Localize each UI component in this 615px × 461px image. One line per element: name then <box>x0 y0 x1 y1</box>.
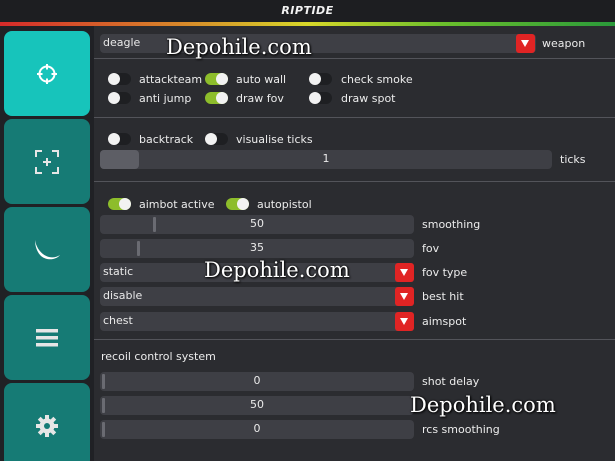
smoothing-value: 50 <box>250 217 264 230</box>
toggle-aimbot-active[interactable] <box>108 198 131 210</box>
draw-spot-label: draw spot <box>341 92 396 105</box>
chevron-down-icon[interactable] <box>395 312 414 331</box>
rcs-slider[interactable]: 50 <box>100 396 414 415</box>
chevron-down-icon[interactable] <box>516 34 535 53</box>
chevron-down-icon[interactable] <box>395 263 414 282</box>
divider <box>94 117 615 118</box>
toggle-attackteam[interactable] <box>108 73 131 85</box>
shot-delay-label: shot delay <box>422 375 480 388</box>
rcs-smoothing-label: rcs smoothing <box>422 423 500 436</box>
ticks-label: ticks <box>560 153 586 166</box>
rcs-smoothing-value: 0 <box>253 422 261 435</box>
toggle-anti-jump[interactable] <box>108 92 131 104</box>
nav-knife[interactable] <box>4 207 90 292</box>
nav-misc[interactable] <box>4 295 90 380</box>
attackteam-label: attackteam <box>139 73 203 86</box>
crosshair-icon <box>37 63 57 84</box>
divider <box>94 339 615 340</box>
draw-fov-label: draw fov <box>236 92 284 105</box>
toggle-draw-fov[interactable] <box>205 92 228 104</box>
chevron-down-icon[interactable] <box>395 287 414 306</box>
fov-type-label: fov type <box>422 266 468 279</box>
best-hit-label: best hit <box>422 290 464 303</box>
target-bracket-icon <box>35 149 59 174</box>
toggle-check-smoke[interactable] <box>309 73 332 85</box>
app-title: RIPTIDE <box>281 4 334 17</box>
ticks-slider[interactable]: 1 <box>100 150 552 169</box>
sidebar <box>0 26 94 461</box>
nav-aimbot[interactable] <box>4 31 90 116</box>
menu-lines-icon <box>36 328 58 346</box>
smoothing-slider[interactable]: 50 <box>100 215 414 234</box>
fov-slider[interactable]: 35 <box>100 239 414 258</box>
aimspot-dropdown[interactable]: chest <box>100 312 414 331</box>
fov-label: fov <box>422 242 440 255</box>
aimbot-active-label: aimbot active <box>139 198 215 211</box>
weapon-label: weapon <box>542 37 586 50</box>
title-bar: RIPTIDE <box>0 0 615 22</box>
toggle-auto-wall[interactable] <box>205 73 228 85</box>
divider <box>94 181 615 182</box>
aimspot-value: chest <box>103 314 133 327</box>
fov-value: 35 <box>250 241 264 254</box>
toggle-autopistol[interactable] <box>226 198 249 210</box>
check-smoke-label: check smoke <box>341 73 413 86</box>
weapon-value: deagle <box>103 36 141 49</box>
visualise-ticks-label: visualise ticks <box>236 133 313 146</box>
backtrack-label: backtrack <box>139 133 194 146</box>
recoil-heading: recoil control system <box>101 350 216 363</box>
autopistol-label: autopistol <box>257 198 312 211</box>
fov-type-value: static <box>103 265 134 278</box>
shot-delay-slider[interactable]: 0 <box>100 372 414 391</box>
watermark: Depohile.com <box>166 35 312 59</box>
smoothing-label: smoothing <box>422 218 481 231</box>
nav-settings[interactable] <box>4 383 90 461</box>
watermark: Depohile.com <box>410 393 556 417</box>
aimspot-label: aimspot <box>422 315 467 328</box>
nav-triggerbot[interactable] <box>4 119 90 204</box>
toggle-backtrack[interactable] <box>108 133 131 145</box>
ticks-value: 1 <box>322 152 330 165</box>
toggle-draw-spot[interactable] <box>309 92 332 104</box>
best-hit-value: disable <box>103 289 143 302</box>
auto-wall-label: auto wall <box>236 73 287 86</box>
toggle-visualise-ticks[interactable] <box>205 133 228 145</box>
knife-icon <box>35 239 60 259</box>
gear-icon <box>36 414 58 437</box>
best-hit-dropdown[interactable]: disable <box>100 287 414 306</box>
anti-jump-label: anti jump <box>139 92 192 105</box>
watermark: Depohile.com <box>204 258 350 282</box>
rcs-smoothing-slider[interactable]: 0 <box>100 420 414 439</box>
shot-delay-value: 0 <box>253 374 261 387</box>
rcs-value: 50 <box>250 398 264 411</box>
